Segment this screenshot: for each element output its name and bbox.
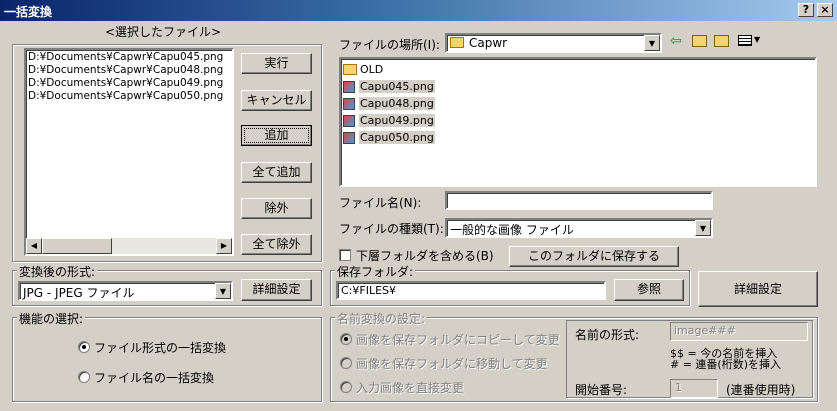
start-number-note: (連番使用時) [726,383,796,397]
name-hint-sequence: # = 連番(桁数)を挿入 [670,358,782,371]
window-title: 一括変換 [4,5,53,19]
name-format-value: image### [674,324,736,337]
start-number-input[interactable]: 1 [670,379,718,398]
filename-label: ファイル名(N): [339,196,422,210]
close-button[interactable]: × [817,3,833,17]
list-item[interactable]: Capu049.png [343,112,435,129]
up-folder-icon[interactable] [692,35,707,47]
item-name: Capu048.png [359,97,435,110]
save-folder-input[interactable]: C:¥FILES¥ [336,281,606,300]
item-name: Capu045.png [359,80,435,93]
filetype-select[interactable]: 一般的な画像 ファイル ▼ [445,218,713,238]
format-select[interactable]: JPG - JPEG ファイル ▼ [18,281,233,301]
subfolder-label[interactable]: 下層フォルダを含める(B) [356,247,494,264]
image-file-icon [343,114,355,127]
selected-files-list[interactable]: D:¥Documents¥Capwr¥Capu045.png D:¥Docume… [24,48,234,256]
start-number-label: 開始番号: [575,383,628,397]
function-group-label: 機能の選択: [17,310,86,327]
remove-button[interactable]: 除外 [241,198,312,219]
save-folder-group-label: 保存フォルダ: [335,263,416,280]
location-label: ファイルの場所(I): [339,38,440,52]
chevron-down-icon[interactable]: ▼ [644,35,660,51]
help-button[interactable]: ? [798,3,814,17]
image-file-icon [343,97,355,110]
folder-icon [450,37,464,48]
cancel-button[interactable]: キャンセル [241,90,312,111]
detail-settings-button[interactable]: 詳細設定 [698,271,818,307]
scroll-left-icon[interactable]: ◀ [26,238,42,254]
function-option-name[interactable]: ファイル名の一括変換 [94,369,214,386]
horizontal-scrollbar[interactable]: ◀ ▶ [26,238,232,254]
back-arrow-icon[interactable]: ⇦ [670,33,682,49]
chevron-down-icon[interactable]: ▼ [754,35,760,44]
format-select-value: JPG - JPEG ファイル [23,286,135,300]
chevron-down-icon[interactable]: ▼ [215,283,231,299]
view-menu-icon[interactable] [738,35,752,46]
folder-icon [343,64,357,75]
format-group-label: 変換後の形式: [17,263,98,280]
add-button[interactable]: 追加 [241,125,312,146]
scroll-right-icon[interactable]: ▶ [216,238,232,254]
rename-option-copy[interactable]: 画像を保存フォルダにコピーして変更 [356,331,560,348]
run-button[interactable]: 実行 [241,53,312,74]
filetype-value: 一般的な画像 ファイル [450,223,574,237]
subfolder-checkbox[interactable] [339,249,351,261]
item-name: OLD [360,63,384,76]
save-here-button[interactable]: このフォルダに保存する [509,246,679,267]
save-folder-value: C:¥FILES¥ [341,284,397,297]
title-bar [0,0,837,21]
browse-button[interactable]: 参照 [614,279,684,301]
selected-files-header: <選択したファイル> [105,25,222,39]
add-all-button[interactable]: 全て追加 [241,162,312,183]
list-item[interactable]: D:¥Documents¥Capwr¥Capu050.png [28,90,230,103]
list-item[interactable]: D:¥Documents¥Capwr¥Capu045.png [28,51,230,64]
location-select[interactable]: Capwr ▼ [445,33,662,53]
filename-input[interactable] [445,191,713,210]
location-value: Capwr [469,36,508,50]
list-item[interactable]: D:¥Documents¥Capwr¥Capu048.png [28,64,230,77]
new-folder-icon[interactable] [714,35,729,47]
name-format-label: 名前の形式: [575,328,640,342]
rename-radio-copy[interactable] [340,333,352,345]
item-name: Capu050.png [359,131,435,144]
list-item[interactable]: D:¥Documents¥Capwr¥Capu049.png [28,77,230,90]
format-detail-button[interactable]: 詳細設定 [241,279,312,301]
file-browser-list[interactable]: OLD Capu045.png Capu048.png Capu049.png … [339,57,817,187]
function-radio-format[interactable] [78,341,90,353]
image-file-icon [343,131,355,144]
function-option-format[interactable]: ファイル形式の一括変換 [94,339,226,356]
filetype-label: ファイルの種類(T): [339,222,444,236]
list-item[interactable]: Capu048.png [343,95,435,112]
list-item[interactable]: Capu045.png [343,78,435,95]
list-item[interactable]: OLD [343,61,435,78]
rename-group-label: 名前変換の設定: [335,310,428,327]
list-item[interactable]: Capu050.png [343,129,435,146]
name-format-input[interactable]: image### [670,322,808,341]
rename-radio-move[interactable] [340,357,352,369]
rename-option-direct[interactable]: 入力画像を直接変更 [356,379,464,396]
function-group [12,317,322,402]
remove-all-button[interactable]: 全て除外 [241,234,312,255]
item-name: Capu049.png [359,114,435,127]
chevron-down-icon[interactable]: ▼ [695,220,711,236]
rename-option-move[interactable]: 画像を保存フォルダに移動して変更 [356,355,548,372]
image-file-icon [343,80,355,93]
function-radio-name[interactable] [78,371,90,383]
rename-radio-direct[interactable] [340,381,352,393]
scroll-thumb[interactable] [42,238,112,254]
start-number-value: 1 [675,381,682,394]
